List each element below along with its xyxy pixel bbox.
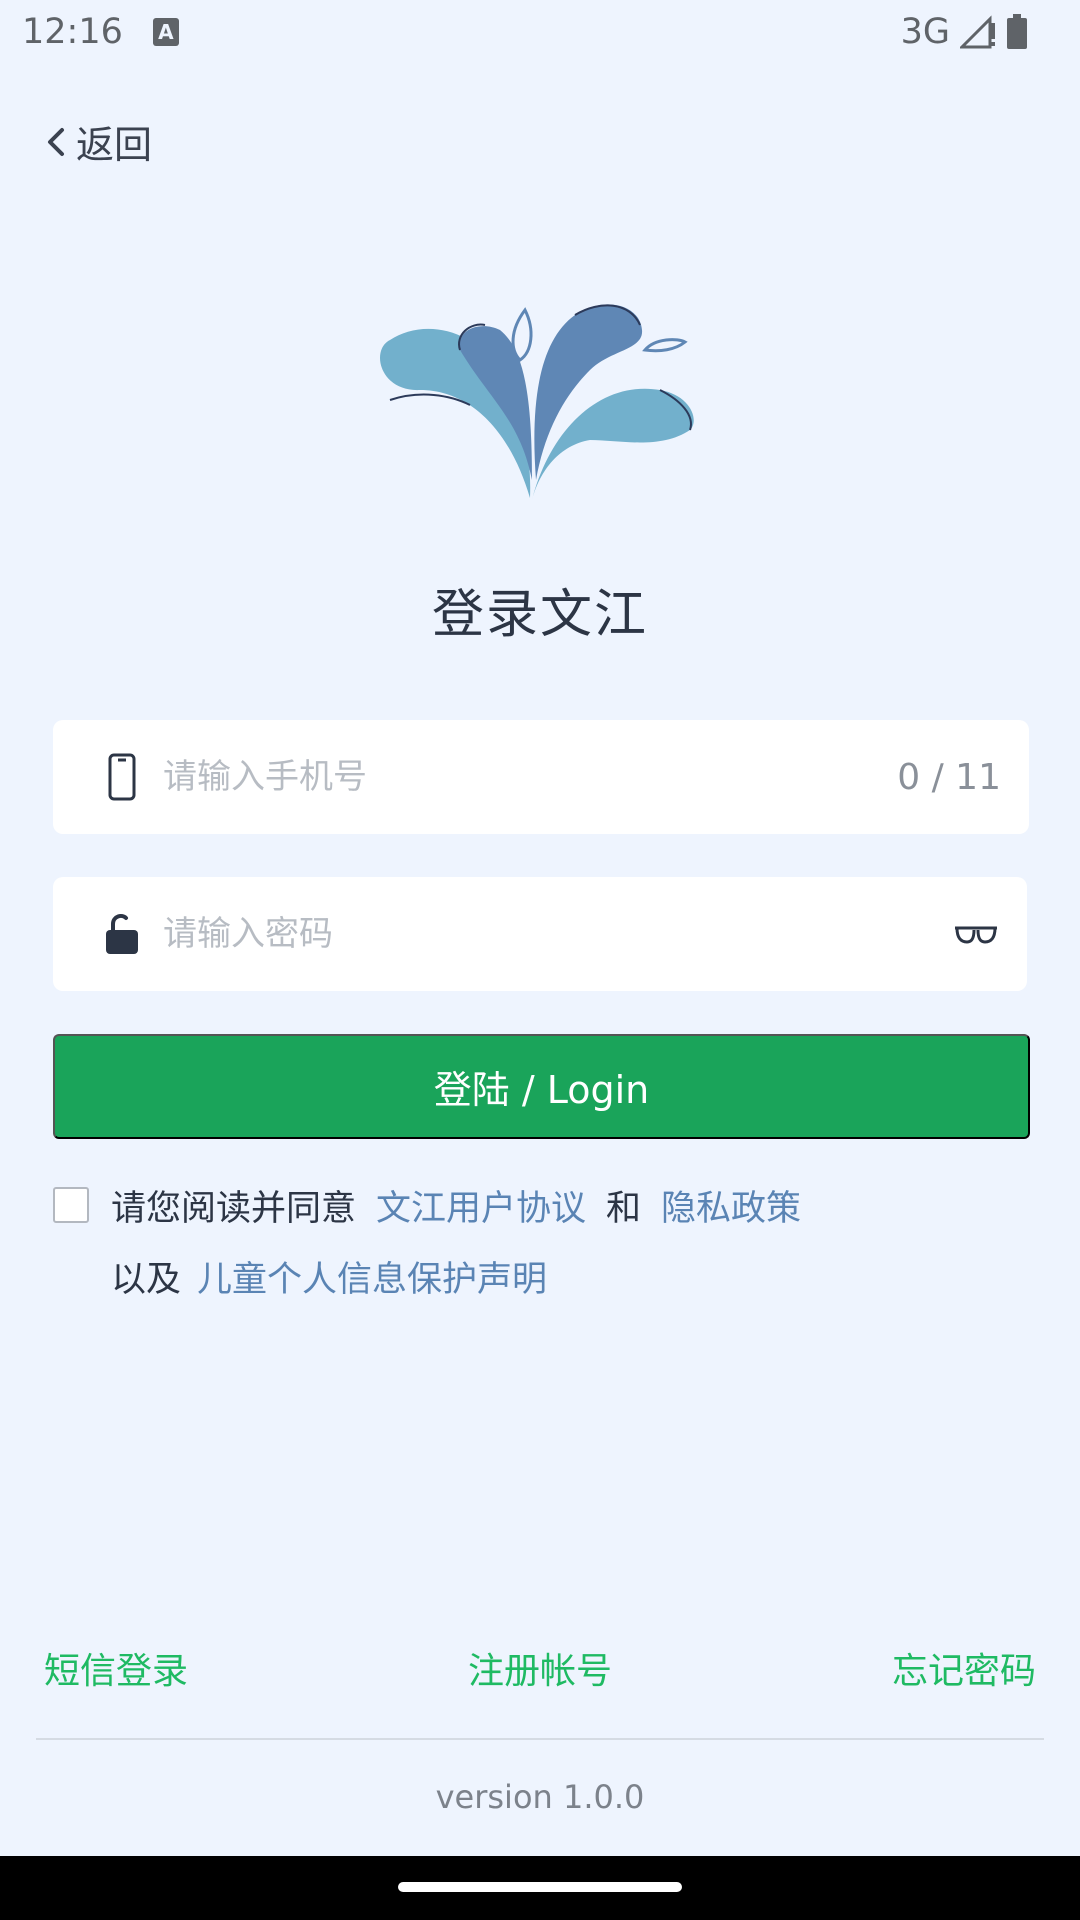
privacy-policy-link[interactable]: 隐私政策 — [661, 1180, 801, 1231]
sms-login-link[interactable]: 短信登录 — [44, 1642, 188, 1694]
lock-icon — [93, 912, 151, 956]
user-agreement-link[interactable]: 文江用户协议 — [376, 1180, 586, 1231]
login-button[interactable]: 登陆 / Login — [53, 1034, 1030, 1139]
notification-icon: A — [152, 18, 179, 46]
home-indicator[interactable] — [398, 1882, 682, 1892]
back-label: 返回 — [76, 123, 153, 167]
bottom-links: 短信登录 注册帐号 忘记密码 — [44, 1642, 1036, 1694]
toggle-password-visibility[interactable] — [953, 922, 999, 946]
chevron-left-icon — [48, 127, 64, 156]
agreement-block: 请您阅读并同意 文江用户协议 和 隐私政策 以及 儿童个人信息保护声明 — [53, 1180, 1033, 1301]
glasses-icon — [955, 926, 997, 944]
battery-icon — [1007, 14, 1027, 49]
agreement-and: 和 — [606, 1188, 642, 1229]
login-screen: 12:16 A 3G 返回 登录文江 请输入手机号 0 / 11 登陆 / Lo… — [0, 0, 1080, 1920]
phone-icon — [93, 753, 151, 801]
phone-field: 0 / 11 — [53, 720, 1029, 834]
back-button[interactable]: 返回 — [44, 114, 152, 169]
network-type: 3G — [900, 12, 950, 52]
status-bar: 12:16 A 3G — [0, 0, 1080, 64]
forgot-password-link[interactable]: 忘记密码 — [892, 1642, 1036, 1694]
page-title: 登录文江 — [431, 585, 648, 645]
system-nav-bar — [0, 1856, 1080, 1920]
register-link[interactable]: 注册帐号 — [468, 1642, 612, 1694]
agreement-checkbox[interactable] — [53, 1187, 89, 1223]
password-input[interactable] — [163, 877, 953, 991]
phone-char-counter: 0 / 11 — [897, 756, 1001, 798]
child-policy-link[interactable]: 儿童个人信息保护声明 — [197, 1251, 547, 1302]
agreement-also: 以及 — [111, 1259, 182, 1300]
agreement-prefix: 请您阅读并同意 — [111, 1188, 357, 1229]
app-logo — [380, 304, 694, 500]
version-label: version 1.0.0 — [435, 1778, 645, 1816]
signal-icon — [960, 15, 995, 49]
divider — [36, 1738, 1044, 1740]
phone-input[interactable] — [163, 720, 898, 834]
status-time: 12:16 — [22, 12, 123, 52]
password-field — [53, 877, 1027, 991]
